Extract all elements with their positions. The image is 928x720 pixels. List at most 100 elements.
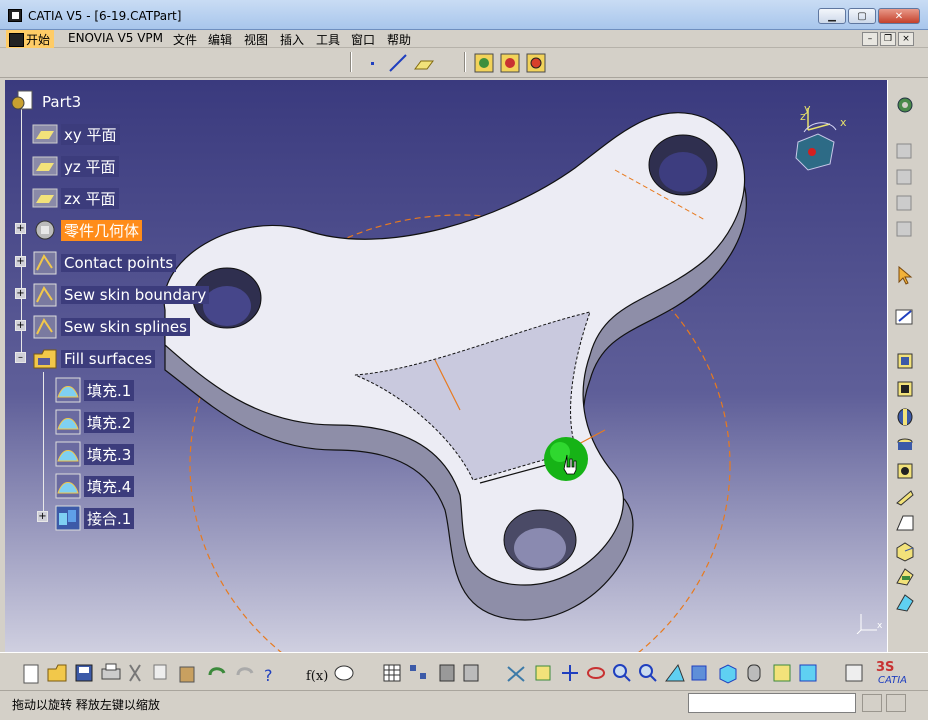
- swap-space-icon: [799, 664, 817, 682]
- zoom-out-icon: [639, 664, 657, 682]
- plane-icon: [32, 124, 58, 144]
- iso-view-icon: [719, 664, 737, 684]
- doc-minimize-button[interactable]: –: [862, 32, 878, 46]
- compass-icon[interactable]: y x z: [790, 102, 850, 172]
- tree-node-fill-3[interactable]: 填充.3: [55, 441, 135, 467]
- sketch-tool-icon[interactable]: [894, 166, 916, 188]
- catia-app-icon[interactable]: [8, 9, 22, 22]
- doc-close-button[interactable]: ×: [898, 32, 914, 46]
- power-input-field[interactable]: [688, 693, 856, 713]
- expand-toggle[interactable]: +: [15, 256, 26, 267]
- tree-node-fill-surfaces[interactable]: Fill surfaces: [32, 347, 156, 371]
- rib-icon[interactable]: [894, 460, 916, 482]
- pocket-icon[interactable]: [894, 378, 916, 400]
- tree-node-yz-plane[interactable]: yz 平面: [32, 154, 119, 178]
- tree-node-join-1[interactable]: 接合.1: [55, 505, 135, 531]
- tree-node-zx-plane[interactable]: zx 平面: [32, 186, 119, 210]
- svg-text:CATIA: CATIA: [878, 675, 907, 686]
- expand-toggle[interactable]: +: [15, 320, 26, 331]
- tree-node-part-body[interactable]: 零件几何体: [32, 218, 143, 242]
- fill-surface-icon: [55, 377, 81, 403]
- tree-node-sew-skin-boundary[interactable]: Sew skin boundary: [32, 283, 210, 307]
- collapse-toggle[interactable]: –: [15, 352, 26, 363]
- tree-root[interactable]: Part3: [10, 90, 84, 114]
- settings-gear-icon[interactable]: [894, 94, 916, 116]
- status-bar: 拖动以旋转 释放左键以缩放: [0, 690, 928, 720]
- tree-node-fill-1[interactable]: 填充.1: [55, 377, 135, 403]
- menu-edit[interactable]: 编辑: [208, 31, 232, 48]
- copy-icon[interactable]: [894, 140, 916, 162]
- geometrical-set-icon: [33, 251, 57, 275]
- grid-icon: [383, 664, 401, 682]
- rotate-icon: [587, 667, 605, 679]
- open-file-icon: [47, 664, 67, 682]
- axis-triad-icon: x: [856, 614, 883, 634]
- tree-node-fill-2[interactable]: 填充.2: [55, 409, 135, 435]
- measure-icon[interactable]: [894, 192, 916, 214]
- line-icon[interactable]: [387, 52, 409, 74]
- bottom-toolbar: ? f(x) 3S CATIA: [0, 652, 928, 690]
- menu-bar: 开始 ENOVIA V5 VPM 文件 编辑 视图 插入 工具 窗口 帮助: [0, 30, 928, 48]
- pan-icon: [562, 665, 578, 681]
- quick-view-icon: [691, 665, 707, 681]
- expand-toggle[interactable]: +: [37, 511, 48, 522]
- menu-start[interactable]: 开始: [6, 30, 55, 48]
- title-bar: CATIA V5 - [6-19.CATPart] ▁ ▢ ✕: [0, 0, 928, 30]
- select-cursor-icon[interactable]: [894, 264, 916, 286]
- geometrical-set-icon: [33, 283, 57, 307]
- sketcher-icon[interactable]: [894, 306, 916, 328]
- point-icon[interactable]: [361, 52, 383, 74]
- redo-icon: [236, 667, 254, 676]
- compass-x-label: x: [840, 116, 847, 129]
- hole-bottom-inner: [514, 528, 566, 568]
- tree-node-xy-plane[interactable]: xy 平面: [32, 122, 120, 146]
- 3d-viewport[interactable]: y x z x Part3 xy 平面 yz 平面 zx 平面 + 零件几何体 …: [5, 80, 887, 652]
- fit-all-icon: [535, 665, 551, 681]
- fillet-icon[interactable]: [894, 486, 916, 508]
- shaft-icon[interactable]: [894, 406, 916, 428]
- help-icon: ?: [264, 666, 273, 685]
- paste-icon: [179, 666, 195, 683]
- fill-surface-icon: [55, 409, 81, 435]
- menu-tools[interactable]: 工具: [316, 31, 340, 48]
- shaded-view-icon[interactable]: [473, 52, 495, 74]
- command-options-button[interactable]: [886, 694, 906, 712]
- expand-toggle[interactable]: +: [15, 288, 26, 299]
- render-style-icon: [747, 664, 761, 682]
- hole-icon[interactable]: [894, 434, 916, 456]
- menu-file[interactable]: 文件: [173, 31, 197, 48]
- close-button[interactable]: ✕: [878, 8, 920, 24]
- svg-text:f(x): f(x): [306, 669, 328, 684]
- compass-z-label: z: [800, 110, 806, 123]
- menu-view[interactable]: 视图: [244, 31, 268, 48]
- comment-icon: [334, 665, 354, 681]
- analysis-icon[interactable]: [894, 218, 916, 240]
- tree-node-contact-points[interactable]: Contact points: [32, 251, 177, 275]
- plane-icon: [32, 188, 58, 208]
- minimize-button[interactable]: ▁: [818, 8, 846, 24]
- zoom-in-icon: [613, 664, 631, 682]
- toolbar-separator: [350, 52, 352, 72]
- tree-node-sew-skin-splines[interactable]: Sew skin splines: [32, 315, 190, 339]
- stop-command-button[interactable]: [862, 694, 882, 712]
- thread-icon[interactable]: [894, 592, 916, 614]
- menu-window[interactable]: 窗口: [351, 31, 375, 48]
- edges-view-icon[interactable]: [499, 52, 521, 74]
- pad-icon[interactable]: [894, 350, 916, 372]
- menu-insert[interactable]: 插入: [280, 31, 304, 48]
- maximize-button[interactable]: ▢: [848, 8, 876, 24]
- expand-toggle[interactable]: +: [15, 223, 26, 234]
- wireframe-view-icon[interactable]: [525, 52, 547, 74]
- new-file-icon: [23, 664, 39, 684]
- thickness-icon[interactable]: [894, 566, 916, 588]
- fly-mode-icon: [507, 666, 525, 682]
- menu-help[interactable]: 帮助: [387, 31, 411, 48]
- doc-restore-button[interactable]: ❐: [880, 32, 896, 46]
- plane-icon[interactable]: [413, 52, 435, 74]
- cut-icon: [129, 664, 141, 682]
- menu-enovia[interactable]: ENOVIA V5 VPM: [68, 31, 163, 45]
- draft-icon[interactable]: [894, 512, 916, 534]
- tree-node-fill-4[interactable]: 填充.4: [55, 473, 135, 499]
- tree-root-label: Part3: [42, 93, 82, 111]
- shell-icon[interactable]: [894, 540, 916, 562]
